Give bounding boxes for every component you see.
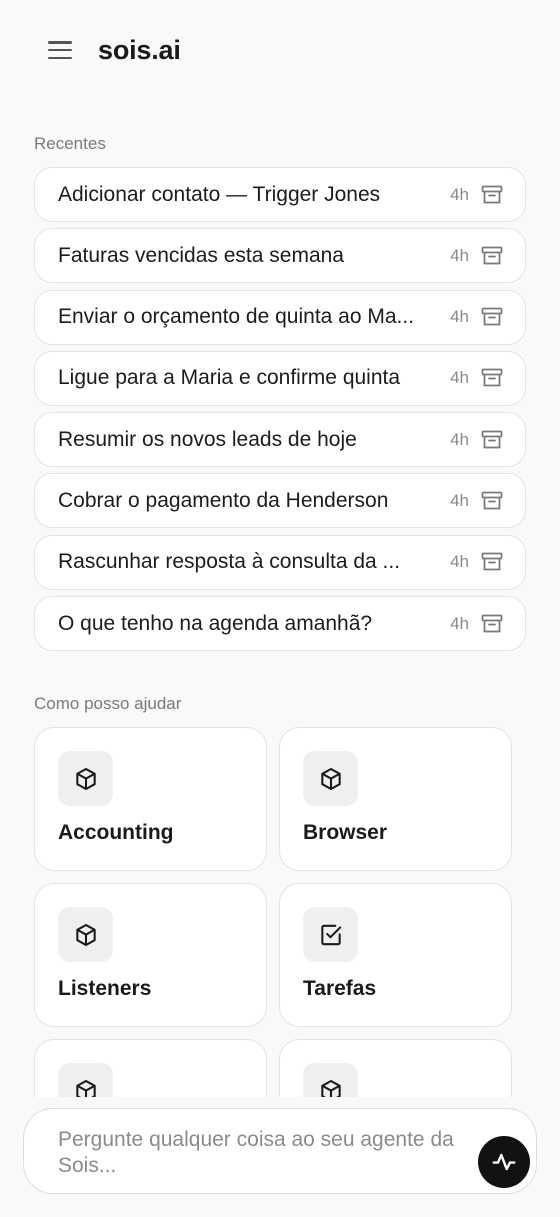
recent-item[interactable]: Resumir os novos leads de hoje 4h	[34, 412, 526, 468]
recent-item[interactable]: Adicionar contato — Trigger Jones 4h	[34, 167, 526, 222]
archive-icon[interactable]	[481, 246, 503, 266]
recent-item-title: Cobrar o pagamento da Henderson	[58, 488, 389, 512]
help-section-label: Como posso ajudar	[34, 694, 182, 713]
recent-item[interactable]: Ligue para a Maria e confirme quinta 4h	[34, 350, 526, 406]
recent-item[interactable]: Enviar o orçamento de quinta ao Ma... 4h	[34, 289, 526, 345]
cube-icon	[58, 907, 113, 962]
skill-card[interactable]	[279, 1039, 512, 1097]
recent-item-title: Enviar o orçamento de quinta ao Ma...	[58, 305, 415, 329]
skill-card[interactable]	[34, 1039, 267, 1097]
recent-item-time: 4h	[450, 490, 469, 510]
skill-card-label: Listeners	[58, 977, 152, 1000]
recent-item-time: 4h	[450, 307, 469, 327]
skill-card-accounting[interactable]: Accounting	[34, 727, 267, 871]
cube-icon	[303, 751, 358, 806]
skill-card-listeners[interactable]: Listeners	[34, 883, 267, 1027]
recent-item-title: Resumir os novos leads de hoje	[58, 427, 357, 451]
brand-title: sois.ai	[98, 34, 181, 65]
recent-list: Adicionar contato — Trigger Jones 4h Fat…	[34, 167, 526, 657]
recent-item-time: 4h	[450, 245, 469, 265]
archive-icon[interactable]	[481, 185, 503, 205]
skill-card-label: Browser	[303, 821, 388, 844]
archive-icon[interactable]	[481, 368, 503, 388]
voice-activity-button[interactable]	[478, 1136, 530, 1188]
recent-item-time: 4h	[450, 552, 469, 572]
recent-item[interactable]: Rascunhar resposta à consulta da ... 4h	[34, 534, 526, 590]
chat-input[interactable]: Pergunte qualquer coisa ao seu agente da…	[23, 1108, 537, 1194]
cube-icon	[58, 751, 113, 806]
hamburger-menu-icon[interactable]	[48, 41, 72, 59]
archive-icon[interactable]	[481, 307, 503, 327]
recent-item-title: Ligue para a Maria e confirme quinta	[58, 366, 401, 390]
recent-item-time: 4h	[450, 613, 469, 633]
recent-item-time: 4h	[450, 368, 469, 388]
checkbox-icon	[303, 907, 358, 962]
skills-grid: Accounting Browser Listeners Tarefas	[34, 727, 524, 1097]
recent-item[interactable]: Faturas vencidas esta semana 4h	[34, 228, 526, 284]
recent-item-title: Rascunhar resposta à consulta da ...	[58, 550, 401, 574]
recent-item-title: Faturas vencidas esta semana	[58, 243, 344, 267]
archive-icon[interactable]	[481, 430, 503, 450]
activity-icon	[492, 1153, 516, 1171]
cube-icon	[58, 1063, 113, 1097]
recent-item[interactable]: Cobrar o pagamento da Henderson 4h	[34, 473, 526, 529]
recent-section-label: Recentes	[34, 134, 106, 153]
cube-icon	[303, 1063, 358, 1097]
archive-icon[interactable]	[481, 491, 503, 511]
app-header: sois.ai	[0, 0, 560, 100]
skill-card-label: Accounting	[58, 821, 174, 844]
archive-icon[interactable]	[481, 614, 503, 634]
chat-input-placeholder: Pergunte qualquer coisa ao seu agente da…	[58, 1128, 454, 1177]
recent-item-time: 4h	[450, 184, 469, 204]
recent-item-time: 4h	[450, 429, 469, 449]
recent-item[interactable]: O que tenho na agenda amanhã? 4h	[34, 596, 526, 652]
recent-item-title: Adicionar contato — Trigger Jones	[58, 182, 381, 206]
skill-card-label: Tarefas	[303, 977, 377, 1000]
recent-item-title: O que tenho na agenda amanhã?	[58, 611, 373, 635]
archive-icon[interactable]	[481, 552, 503, 572]
skill-card-tarefas[interactable]: Tarefas	[279, 883, 512, 1027]
skill-card-browser[interactable]: Browser	[279, 727, 512, 871]
